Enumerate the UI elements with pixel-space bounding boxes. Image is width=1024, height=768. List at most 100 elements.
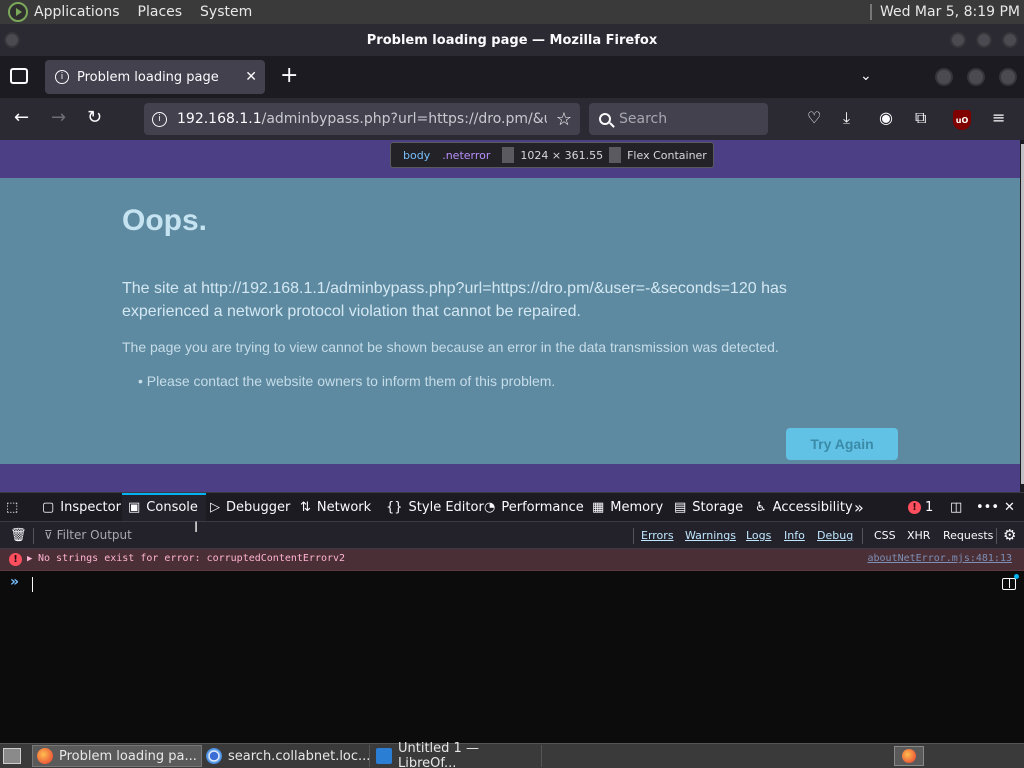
clear-console-trash-icon[interactable]: 🗑 <box>10 528 27 543</box>
filter-css-button[interactable]: CSS <box>874 529 896 542</box>
minimize-icon[interactable] <box>935 68 953 86</box>
firefox-view-icon[interactable] <box>10 68 28 84</box>
search-bar[interactable]: Search <box>589 103 768 135</box>
error-description: The site at http://192.168.1.1/adminbypa… <box>122 280 787 320</box>
new-tab-button[interactable]: + <box>280 65 298 87</box>
maximize-icon[interactable] <box>976 32 992 48</box>
network-icon: ⇅ <box>300 500 311 515</box>
distro-logo-icon[interactable] <box>8 2 28 22</box>
error-explanation: The page you are trying to view cannot b… <box>122 339 779 355</box>
inspector-highlighter-tooltip: body .neterror 1024 × 361.55 Flex Contain… <box>390 142 714 168</box>
editor-mode-toggle-icon[interactable] <box>1002 574 1019 590</box>
tab-performance[interactable]: ◔ Performance <box>484 493 584 522</box>
element-picker-icon[interactable]: ⬚ <box>6 493 24 522</box>
account-icon[interactable]: ◉ <box>879 108 893 128</box>
console-settings-gear-icon[interactable]: ⚙ <box>1003 526 1016 544</box>
console-message-text: No strings exist for error: corruptedCon… <box>38 553 346 564</box>
tooltip-size: 1024 × 361.55 <box>520 148 604 162</box>
navigation-toolbar: ← → ↻ i 192.168.1.1/adminbypass.php?url=… <box>0 98 1024 140</box>
ublock-origin-icon[interactable]: uO <box>953 110 971 130</box>
maximize-icon[interactable] <box>967 68 985 86</box>
taskbar-item-chrome[interactable]: search.collabnet.loc... <box>202 745 370 767</box>
taskbar-item-label: search.collabnet.loc... <box>228 748 371 764</box>
url-text[interactable]: 192.168.1.1/adminbypass.php?url=https://… <box>177 111 547 127</box>
tab-accessibility[interactable]: ♿ Accessibility <box>755 493 853 522</box>
tab-debugger[interactable]: ▷ Debugger <box>210 493 290 522</box>
back-arrow-icon[interactable]: ← <box>14 107 29 129</box>
app-menu-icon[interactable]: ≡ <box>992 108 1005 128</box>
error-icon: ! <box>9 553 22 566</box>
close-window-icon[interactable] <box>1002 32 1018 48</box>
tab-label: Inspector <box>60 500 121 515</box>
taskbar-item-libreoffice[interactable]: Untitled 1 — LibreOf... <box>372 741 542 768</box>
show-desktop-icon[interactable] <box>3 748 21 764</box>
clock-text: Wed Mar 5, 8:19 PM <box>879 4 1020 20</box>
bookmark-star-icon[interactable]: ☆ <box>556 109 572 130</box>
console-input-area[interactable]: » <box>0 571 1024 743</box>
tab-label: Accessibility <box>772 500 853 515</box>
pocket-icon[interactable]: ♡ <box>807 108 821 128</box>
more-tools-chevron-icon[interactable]: » <box>854 493 864 522</box>
site-info-icon[interactable]: i <box>152 111 167 127</box>
filter-logs-button[interactable]: Logs <box>746 529 771 542</box>
firefox-icon <box>37 748 53 764</box>
filter-placeholder: Filter Output <box>56 528 132 542</box>
close-window-icon[interactable] <box>999 68 1017 86</box>
tab-style-editor[interactable]: {} Style Editor <box>386 493 484 522</box>
close-tab-icon[interactable]: ✕ <box>245 69 257 85</box>
dock-side-icon[interactable]: ◫ <box>950 493 962 522</box>
menu-system[interactable]: System <box>200 4 252 20</box>
mouse-ibeam-cursor-icon: I <box>194 520 199 536</box>
tab-memory[interactable]: ▦ Memory <box>592 493 663 522</box>
url-bar[interactable]: i 192.168.1.1/adminbypass.php?url=https:… <box>144 103 580 135</box>
filter-output-input[interactable]: ⊽ Filter Output <box>44 528 132 542</box>
tooltip-element: body <box>403 148 431 162</box>
tab-storage[interactable]: ▤ Storage <box>674 493 743 522</box>
tab-problem-loading-page[interactable]: i Problem loading page ✕ <box>45 60 265 94</box>
filter-errors-button[interactable]: Errors <box>641 529 674 542</box>
console-filter-bar: 🗑 ⊽ Filter Output Errors Warnings Logs I… <box>0 521 1024 549</box>
close-devtools-icon[interactable]: ✕ <box>1004 493 1015 522</box>
minimize-icon[interactable] <box>950 32 966 48</box>
tooltip-badge: Flex Container <box>627 148 707 162</box>
taskbar-item-label: Untitled 1 — LibreOf... <box>398 741 479 768</box>
reload-icon[interactable]: ↻ <box>87 107 102 129</box>
highlight-margin-bottom <box>0 464 1020 492</box>
workspace-switcher[interactable] <box>894 746 924 766</box>
tab-label: Style Editor <box>408 500 484 515</box>
search-icon <box>599 113 611 125</box>
filter-xhr-button[interactable]: XHR <box>907 529 930 542</box>
list-all-tabs-icon[interactable]: ⌄ <box>860 68 872 84</box>
error-count-badge[interactable]: ! 1 <box>908 493 933 522</box>
extensions-icon[interactable]: ⧉ <box>915 108 926 128</box>
expand-triangle-icon[interactable]: ▶ <box>27 554 32 564</box>
filter-info-button[interactable]: Info <box>784 529 805 542</box>
text-caret <box>32 577 33 592</box>
url-path: /adminbypass.php?url=https://dro.pm/&use… <box>261 111 547 127</box>
system-top-panel: Applications Places System Wed Mar 5, 8:… <box>0 0 1024 24</box>
tab-console[interactable]: ▣ Console <box>122 493 206 522</box>
tab-label: Performance <box>501 500 584 515</box>
menu-places[interactable]: Places <box>138 4 183 20</box>
console-message-error[interactable]: ! ▶ No strings exist for error: corrupte… <box>0 549 1024 571</box>
devtools-menu-icon[interactable]: ••• <box>976 493 999 522</box>
window-title-bar[interactable]: Problem loading page — Mozilla Firefox <box>0 24 1024 56</box>
try-again-button[interactable]: Try Again <box>786 428 898 460</box>
performance-icon: ◔ <box>484 500 496 515</box>
tooltip-divider <box>609 147 622 163</box>
console-message-location-link[interactable]: aboutNetError.mjs:481:13 <box>868 553 1013 564</box>
downloads-icon[interactable]: ⤓ <box>843 108 850 128</box>
tab-inspector[interactable]: ▢ Inspector <box>42 493 121 522</box>
clock[interactable]: Wed Mar 5, 8:19 PM <box>869 0 1020 24</box>
devtools-toolbar: ⬚ ▢ Inspector ▣ Console ▷ Debugger ⇅ Network… <box>0 492 1024 522</box>
filter-requests-button[interactable]: Requests <box>943 529 993 542</box>
taskbar-item-firefox[interactable]: Problem loading pa... <box>32 745 202 767</box>
forward-arrow-icon[interactable]: → <box>51 107 66 129</box>
url-host: 192.168.1.1 <box>177 111 262 127</box>
separator <box>996 528 997 544</box>
filter-warnings-button[interactable]: Warnings <box>685 529 736 542</box>
filter-debug-button[interactable]: Debug <box>817 529 853 542</box>
window-menu-icon[interactable] <box>4 32 20 48</box>
menu-applications[interactable]: Applications <box>34 4 120 20</box>
tab-network[interactable]: ⇅ Network <box>300 493 371 522</box>
